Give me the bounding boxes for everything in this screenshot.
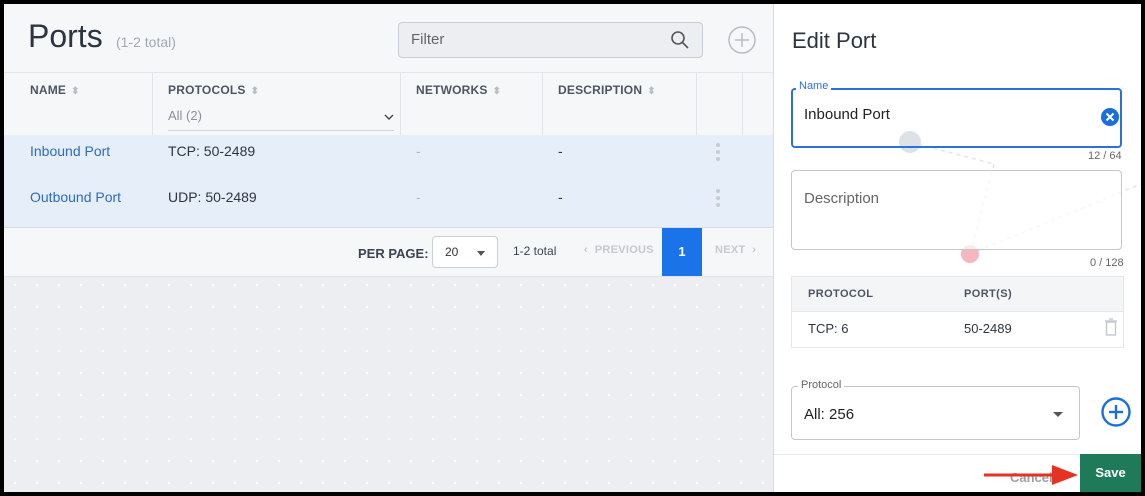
table-row[interactable]: Inbound Port TCP: 50-2489 - - xyxy=(4,135,773,182)
trash-icon[interactable] xyxy=(1104,318,1118,336)
protocol-label: Protocol xyxy=(798,379,845,391)
save-button[interactable]: Save xyxy=(1080,454,1141,492)
caret-down-icon xyxy=(477,251,485,256)
per-page-select[interactable]: 20 xyxy=(432,236,498,268)
sort-icon[interactable]: ⬍ xyxy=(493,86,502,97)
name-counter: 12 / 64 xyxy=(1088,150,1122,162)
add-protocol-icon[interactable] xyxy=(1100,396,1132,428)
chevron-down-icon xyxy=(384,114,394,120)
sort-icon[interactable]: ⬍ xyxy=(647,86,656,97)
app-window: Ports (1-2 total) NAME⬍ PROTOCOLS⬍ NETWO… xyxy=(4,4,1141,492)
background-pattern xyxy=(4,274,773,492)
protocols-filter-select[interactable]: All (2) xyxy=(168,108,394,131)
pagination: PER PAGE: 20 1-2 total ‹ PREVIOUS 1 NEXT… xyxy=(4,228,773,277)
port-networks: - xyxy=(416,143,421,159)
description-field[interactable] xyxy=(791,170,1122,250)
previous-button[interactable]: ‹ PREVIOUS xyxy=(584,244,654,256)
search-icon[interactable] xyxy=(670,30,690,50)
column-protocols[interactable]: PROTOCOLS ⬍ xyxy=(168,83,259,97)
port-protocols: TCP: 50-2489 xyxy=(168,143,256,159)
port-description: - xyxy=(558,189,563,205)
ports-header: Ports (1-2 total) xyxy=(4,4,773,72)
sort-icon[interactable]: ⬍ xyxy=(71,86,80,97)
protocol-table: PROTOCOL PORT(S) TCP: 6 50-2489 xyxy=(791,276,1124,348)
ports-panel: Ports (1-2 total) NAME⬍ PROTOCOLS⬍ NETWO… xyxy=(4,4,774,492)
filter-input[interactable] xyxy=(409,30,653,49)
column-networks[interactable]: NETWORKS ⬍ xyxy=(416,83,501,97)
clear-icon[interactable] xyxy=(1101,108,1119,126)
port-networks: - xyxy=(416,189,421,205)
name-label: Name xyxy=(796,80,832,92)
arrow-annotation-icon xyxy=(984,465,1078,485)
per-page-label: PER PAGE: xyxy=(358,246,429,261)
kebab-menu-icon[interactable] xyxy=(716,189,720,209)
ports-column-header: PORT(S) xyxy=(964,288,1013,300)
sort-icon[interactable]: ⬍ xyxy=(251,86,260,97)
table-header: NAME ⬍ PROTOCOLS ⬍ NETWORKS ⬍ DESCRIPTION ⬍ xyxy=(4,72,773,136)
port-name-link[interactable]: Inbound Port xyxy=(30,143,110,159)
page-count: (1-2 total) xyxy=(116,34,176,50)
edit-title: Edit Port xyxy=(792,28,877,53)
table-row[interactable]: Outbound Port UDP: 50-2489 - - xyxy=(4,181,773,228)
description-counter: 0 / 128 xyxy=(1090,257,1124,269)
add-port-icon[interactable] xyxy=(727,25,757,55)
kebab-menu-icon[interactable] xyxy=(716,143,720,163)
pagination-total: 1-2 total xyxy=(513,244,557,258)
description-placeholder: Description xyxy=(804,190,880,207)
name-input[interactable]: Inbound Port xyxy=(804,106,890,123)
port-protocols: UDP: 50-2489 xyxy=(168,189,257,205)
protocol-select-value[interactable]: All: 256 xyxy=(804,406,854,423)
caret-down-icon xyxy=(1053,412,1063,417)
port-description: - xyxy=(558,143,563,159)
ports-cell: 50-2489 xyxy=(964,321,1012,336)
page-title: Ports xyxy=(28,18,103,54)
page-button-1[interactable]: 1 xyxy=(662,228,702,276)
column-name[interactable]: NAME ⬍ xyxy=(30,83,80,97)
port-name-link[interactable]: Outbound Port xyxy=(30,189,121,205)
edit-port-panel: Edit Port Name Inbound Port 12 / 64 Desc… xyxy=(774,4,1141,492)
filter-box[interactable] xyxy=(398,22,703,58)
next-button[interactable]: NEXT › xyxy=(715,244,756,256)
protocol-column-header: PROTOCOL xyxy=(808,288,874,300)
protocol-cell: TCP: 6 xyxy=(808,321,849,336)
column-description[interactable]: DESCRIPTION ⬍ xyxy=(558,83,656,97)
